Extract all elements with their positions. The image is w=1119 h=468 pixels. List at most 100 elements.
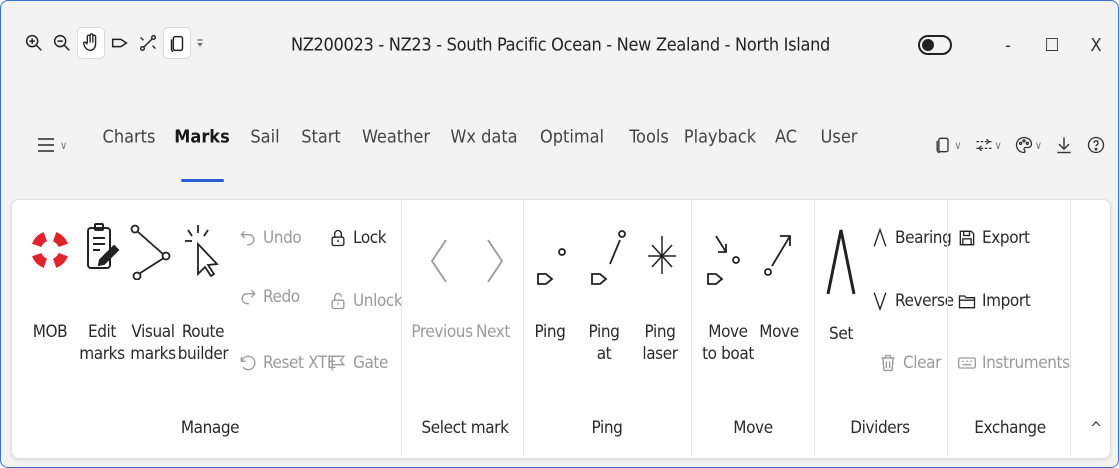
tab-sail[interactable]: Sail [250,127,279,148]
tab-start[interactable]: Start [301,127,341,148]
reset-xte-button[interactable]: Reset XTE [238,353,336,373]
lock-button[interactable]: Lock [328,228,387,248]
edit-marks-button[interactable] [84,222,122,282]
toggle-knob [922,39,934,51]
export-button[interactable]: Export [957,228,1030,248]
previous-button[interactable] [426,236,452,290]
visual-marks-line1: Visual [131,322,175,342]
app-window: NZ200023 - NZ23 - South Pacific Ocean - … [0,0,1119,468]
help-button[interactable] [1086,135,1106,155]
export-label: Export [982,228,1030,248]
group-manage-label: Manage [180,418,240,438]
layers-icon [936,137,949,154]
gate-label: Gate [353,353,389,373]
chevron-right-icon [487,239,504,283]
undo-label: Undo [263,228,302,248]
ping-laser-line2: laser [642,344,678,364]
trash-icon [881,354,895,372]
redo-label: Redo [263,287,300,307]
undo-button[interactable]: Undo [238,228,302,248]
chevron-down-icon: ∨ [954,138,962,152]
folder-icon [958,295,976,309]
lifebuoy-icon [30,230,70,270]
tab-marks[interactable]: Marks [174,127,229,148]
visual-marks-label: Visual marks [130,321,176,365]
ping-at-icon [591,230,626,285]
keyboard-icon [958,357,976,369]
tab-charts[interactable]: Charts [103,127,156,148]
move-to-boat-button[interactable] [704,230,748,294]
cursor-click-icon [185,225,219,278]
move-to-boat-icon [707,235,740,285]
group-move-label: Move [733,418,773,438]
route-builder-button[interactable] [182,222,222,284]
gate-button[interactable]: Gate [328,353,388,373]
tab-optimal[interactable]: Optimal [540,127,604,148]
move-to-boat-line1: Move [708,322,748,342]
sliders-button[interactable]: ∨ [974,135,1002,155]
ribbon-panel: MOB Edit marks Visual marks Route builder [11,199,1111,459]
ping-icon [537,248,566,285]
import-button[interactable]: Import [957,291,1031,311]
unlock-button[interactable]: Unlock [328,291,403,311]
tab-weather[interactable]: Weather [362,127,430,148]
reverse-button[interactable]: Reverse [870,291,954,311]
collapse-ribbon-button[interactable]: ^ [1090,419,1102,438]
group-separator [691,200,692,456]
theme-toggle[interactable] [918,35,952,55]
group-select-mark-label: Select mark [421,418,509,438]
laser-icon [648,236,676,274]
close-button[interactable]: X [1074,28,1118,62]
ping-laser-button[interactable] [644,230,680,280]
visual-marks-button[interactable] [128,224,172,284]
mob-button[interactable] [26,218,74,286]
bearing-button[interactable]: Bearing [870,228,952,248]
bearing-icon [873,228,887,247]
group-separator [401,200,402,456]
ping-button[interactable] [534,244,574,294]
minimize-button[interactable]: - [986,28,1030,62]
previous-label: Previous [411,322,473,342]
tab-tools[interactable]: Tools [629,127,669,148]
tab-playback[interactable]: Playback [684,127,756,148]
download-icon [1057,137,1071,154]
redo-button[interactable]: Redo [238,287,300,307]
ping-laser-label: Ping laser [642,321,678,365]
dividers-icon [826,229,856,295]
chevron-down-icon: ∨ [994,138,1002,152]
lock-label: Lock [353,228,387,248]
flag-icon [331,355,346,371]
group-separator [814,200,815,456]
move-button[interactable] [758,230,798,294]
ping-laser-line1: Ping [644,322,676,342]
unlock-icon [331,292,345,310]
move-label: Move [759,322,799,342]
ping-label: Ping [534,322,566,342]
group-ping-label: Ping [591,418,623,438]
reset-xte-label: Reset XTE [263,353,337,373]
edit-marks-label: Edit marks [79,321,125,365]
theme-button[interactable]: ∨ [1014,135,1042,155]
maximize-button[interactable]: ☐ [1030,28,1074,62]
layers-button[interactable]: ∨ [933,135,962,155]
instruments-button[interactable]: Instruments [957,353,1070,373]
visual-marks-line2: marks [130,344,176,364]
clear-button[interactable]: Clear [878,353,941,373]
undo-icon [240,230,255,246]
tab-ac[interactable]: AC [775,127,797,148]
clear-label: Clear [903,353,942,373]
ping-at-label: Ping at [589,321,620,365]
ping-at-button[interactable] [588,226,628,294]
reverse-label: Reverse [895,291,954,311]
edit-marks-line2: marks [79,344,125,364]
next-button[interactable] [482,236,508,290]
tab-wx-data[interactable]: Wx data [450,127,517,148]
set-dividers-button[interactable] [824,226,858,302]
visual-marks-icon [130,224,171,281]
tab-user[interactable]: User [821,127,858,148]
route-builder-line2: builder [177,344,229,364]
right-toolbar: ∨ ∨ ∨ [933,135,1106,155]
download-button[interactable] [1054,135,1074,155]
window-controls: - ☐ X [918,28,1118,62]
move-icon [764,235,791,276]
